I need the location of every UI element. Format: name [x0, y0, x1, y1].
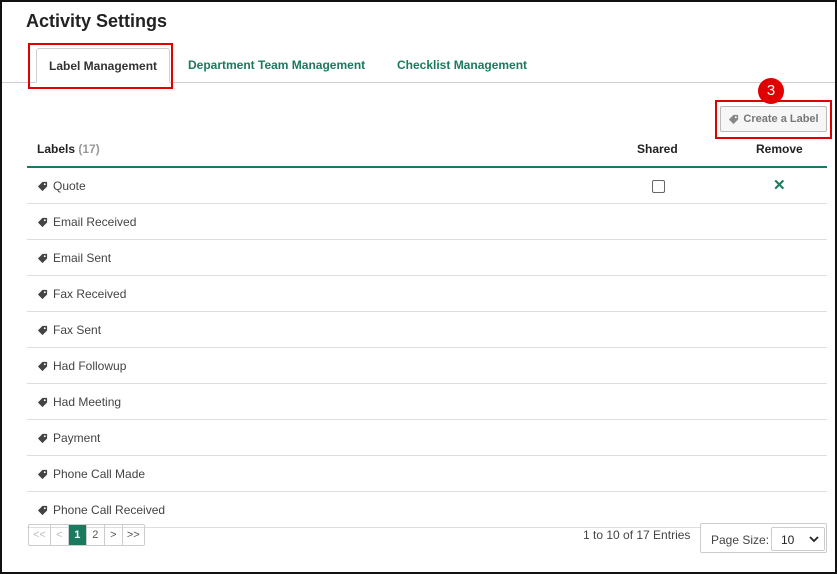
tag-icon	[37, 397, 48, 407]
row-label-text: Fax Received	[53, 287, 127, 301]
first-page-button[interactable]: <<	[29, 525, 51, 545]
row-label[interactable]: Fax Sent	[37, 323, 101, 337]
app-frame: Activity Settings Label Management Depar…	[0, 0, 837, 574]
chevron-down-icon	[809, 536, 819, 543]
table-row: Email Received	[27, 204, 827, 240]
table-row: Fax Sent	[27, 312, 827, 348]
row-label[interactable]: Email Sent	[37, 251, 111, 265]
table-row: Payment	[27, 420, 827, 456]
labels-count: (17)	[78, 142, 100, 156]
page-size-label: Page Size:	[711, 533, 770, 547]
header-remove: Remove	[756, 142, 803, 156]
tag-icon	[37, 505, 48, 515]
table-row: Fax Received	[27, 276, 827, 312]
page-title: Activity Settings	[26, 11, 168, 31]
page-size-select[interactable]: 10	[771, 527, 825, 551]
row-label[interactable]: Phone Call Made	[37, 467, 145, 481]
next-page-button[interactable]: >	[105, 525, 123, 545]
tag-icon	[37, 181, 48, 191]
row-label-text: Phone Call Made	[53, 467, 146, 481]
table-row: Had Followup	[27, 348, 827, 384]
row-label[interactable]: Payment	[37, 431, 100, 445]
page-2-button[interactable]: 2	[87, 525, 105, 545]
row-label-text: Email Received	[53, 215, 137, 229]
tab-checklist-management[interactable]: Checklist Management	[385, 48, 539, 82]
last-page-button[interactable]: >>	[123, 525, 144, 545]
labels-table: Labels (17) Shared Remove Quote ✕ Email …	[27, 131, 827, 528]
prev-page-button[interactable]: <	[51, 525, 69, 545]
table-row: Email Sent	[27, 240, 827, 276]
row-label-text: Phone Call Received	[53, 503, 166, 517]
row-label-text: Had Followup	[53, 359, 127, 373]
row-label-text: Fax Sent	[53, 323, 102, 337]
row-label-text: Quote	[53, 179, 86, 193]
table-row: Had Meeting	[27, 384, 827, 420]
tag-icon	[37, 469, 48, 479]
header-labels-text: Labels	[37, 142, 76, 156]
row-label[interactable]: Phone Call Received	[37, 503, 165, 517]
row-label[interactable]: Quote	[37, 179, 86, 193]
row-label-text: Had Meeting	[53, 395, 122, 409]
header-shared: Shared	[637, 142, 678, 156]
table-header: Labels (17) Shared Remove	[27, 131, 827, 168]
table-row: Quote ✕	[27, 168, 827, 204]
tag-icon	[37, 325, 48, 335]
tag-icon	[37, 433, 48, 443]
table-row: Phone Call Made	[27, 456, 827, 492]
row-label[interactable]: Fax Received	[37, 287, 126, 301]
close-icon[interactable]: ✕	[773, 176, 786, 194]
row-label-text: Email Sent	[53, 251, 112, 265]
page-size-value: 10	[781, 533, 795, 547]
tag-icon	[37, 217, 48, 227]
tag-icon	[37, 289, 48, 299]
row-label[interactable]: Had Followup	[37, 359, 126, 373]
header-labels: Labels (17)	[37, 142, 100, 156]
tag-icon	[37, 361, 48, 371]
entries-summary: 1 to 10 of 17 Entries	[583, 528, 691, 542]
row-label[interactable]: Email Received	[37, 215, 136, 229]
row-label[interactable]: Had Meeting	[37, 395, 121, 409]
pagination: << < 1 2 > >>	[28, 524, 145, 546]
shared-checkbox[interactable]	[652, 180, 665, 193]
page-size-control: Page Size: 10	[700, 523, 827, 553]
tab-department-team-management[interactable]: Department Team Management	[176, 48, 377, 82]
highlight-box-tab	[28, 43, 173, 89]
row-label-text: Payment	[53, 431, 101, 445]
tag-icon	[37, 253, 48, 263]
page-1-button[interactable]: 1	[68, 525, 87, 545]
